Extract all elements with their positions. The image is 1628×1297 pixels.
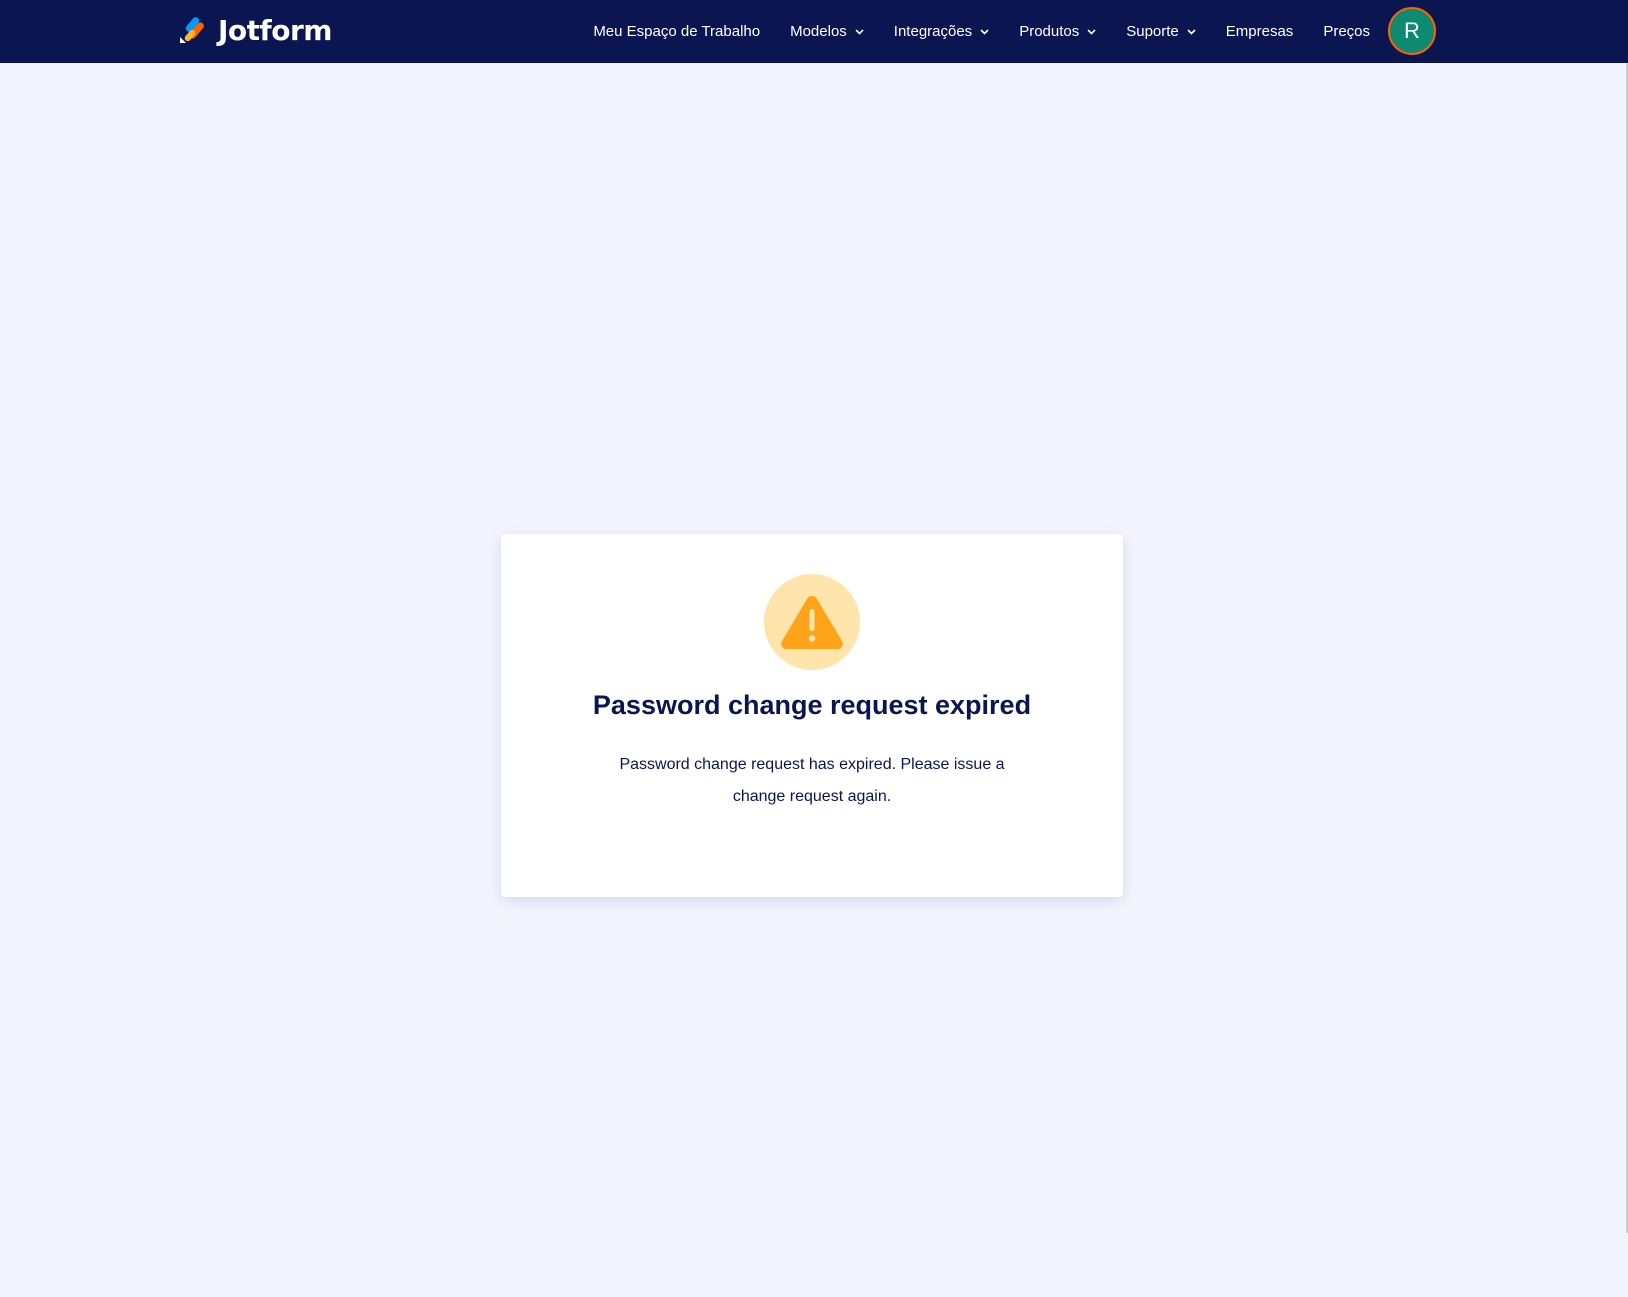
- nav-item-workspace[interactable]: Meu Espaço de Trabalho: [593, 23, 760, 40]
- nav-item-enterprise[interactable]: Empresas: [1226, 23, 1294, 40]
- avatar-initial: R: [1404, 18, 1420, 43]
- chevron-down-icon: [1087, 28, 1096, 35]
- jotform-logo[interactable]: Jotform: [178, 12, 332, 48]
- expired-request-card: Password change request expired Password…: [501, 534, 1123, 897]
- warning-icon-badge: [764, 574, 860, 670]
- nav-item-pricing[interactable]: Preços: [1323, 23, 1370, 40]
- nav-item-label: Suporte: [1126, 23, 1179, 40]
- main-nav: Meu Espaço de Trabalho Modelos Integraçõ…: [593, 0, 1370, 63]
- nav-item-support[interactable]: Suporte: [1126, 23, 1196, 40]
- nav-item-label: Modelos: [790, 23, 847, 40]
- jotform-logo-icon: [180, 17, 204, 43]
- nav-item-label: Meu Espaço de Trabalho: [593, 23, 761, 40]
- chevron-down-icon: [980, 28, 989, 35]
- chevron-down-icon: [855, 28, 864, 35]
- warning-icon: [781, 596, 843, 649]
- nav-item-label: Empresas: [1225, 23, 1294, 40]
- nav-item-products[interactable]: Produtos: [1019, 23, 1096, 40]
- chevron-down-icon: [1187, 28, 1196, 35]
- nav-item-integrations[interactable]: Integrações: [894, 23, 989, 40]
- user-avatar[interactable]: R: [1388, 7, 1436, 55]
- card-message: Password change request has expired. Ple…: [619, 756, 1005, 805]
- nav-item-label: Integrações: [893, 23, 973, 40]
- nav-item-label: Preços: [1323, 23, 1370, 40]
- card-title: Password change request expired: [592, 690, 1032, 720]
- nav-item-label: Produtos: [1019, 23, 1080, 40]
- nav-item-templates[interactable]: Modelos: [790, 23, 864, 40]
- top-navigation-bar: Jotform Meu Espaço de Trabalho Modelos I…: [0, 0, 1628, 63]
- logo-text: Jotform: [218, 13, 332, 47]
